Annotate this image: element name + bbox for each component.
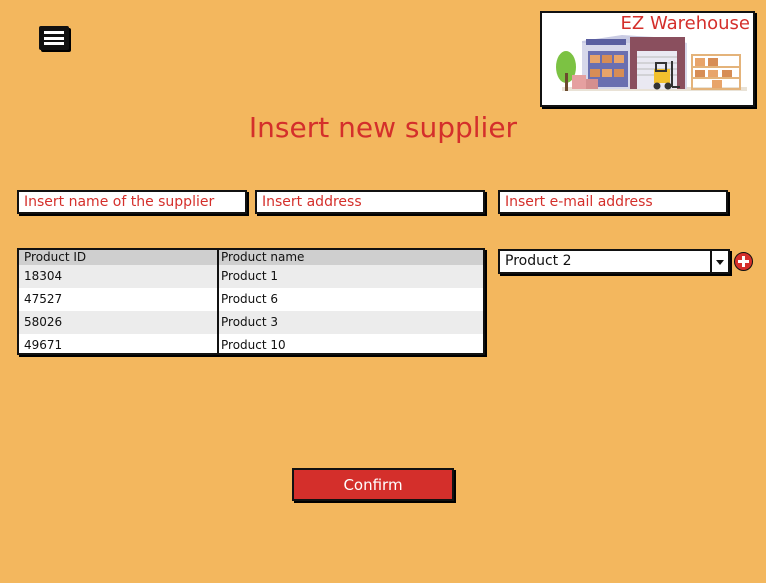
product-id-cell: 58026 (19, 311, 219, 334)
ez-warehouse-logo: EZ Warehouse (540, 11, 755, 107)
product-name-cell: Product 1 (221, 269, 279, 283)
product-id-cell: 18304 (19, 265, 219, 288)
page-title: Insert new supplier (248, 111, 518, 144)
plus-circle-icon[interactable] (734, 252, 753, 271)
address-field[interactable] (255, 190, 485, 214)
logo-text: EZ Warehouse (620, 13, 750, 34)
column-header-product-id[interactable]: Product ID (19, 250, 219, 265)
product-name-cell: Product 3 (221, 315, 279, 329)
table-row[interactable]: 18304 Product 1 (19, 265, 483, 288)
product-id-cell: 47527 (19, 288, 219, 311)
table-row[interactable]: 47527 Product 6 (19, 288, 483, 311)
product-select[interactable]: Product 2 (498, 249, 730, 274)
confirm-button[interactable]: Confirm (292, 468, 454, 501)
table-row[interactable]: 58026 Product 3 (19, 311, 483, 334)
table-header-row: Product ID Product name (19, 250, 483, 265)
supplier-name-field[interactable] (17, 190, 247, 214)
products-table: Product ID Product name 18304 Product 1 … (17, 248, 485, 355)
email-field[interactable] (498, 190, 728, 214)
product-id-cell: 49671 (19, 334, 219, 353)
product-name-cell: Product 10 (221, 338, 286, 352)
hamburger-menu-icon[interactable] (39, 26, 69, 50)
table-row[interactable]: 49671 Product 10 (19, 334, 483, 353)
chevron-down-icon[interactable] (710, 251, 728, 272)
product-select-value: Product 2 (505, 253, 572, 269)
product-name-cell: Product 6 (221, 292, 279, 306)
column-header-product-name[interactable]: Product name (219, 250, 483, 265)
